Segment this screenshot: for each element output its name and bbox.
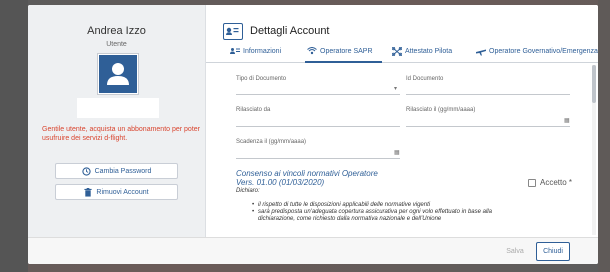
plane-icon xyxy=(476,49,486,56)
modal-footer: Salva Chiudi xyxy=(28,237,598,264)
list-item: • sarà predisposta un'adeguata copertura… xyxy=(252,209,518,223)
tipo-documento-select[interactable] xyxy=(236,94,400,95)
chevron-down-icon: ▾ xyxy=(394,86,398,92)
page-title: Dettagli Account xyxy=(250,25,330,37)
redacted-field xyxy=(77,98,159,118)
tab-informazioni[interactable]: Informazioni xyxy=(230,47,281,55)
scadenza-label: Scadenza il (gg/mm/aaaa) xyxy=(236,139,307,145)
consenso-item-2: sarà predisposta un'adeguata copertura a… xyxy=(258,209,492,222)
person-list-icon xyxy=(230,48,240,54)
active-tab-indicator xyxy=(305,61,382,63)
accetto-label: Accetto * xyxy=(540,178,573,187)
trash-icon xyxy=(84,187,93,197)
rilasciato-da-label: Rilasciato da xyxy=(236,107,271,113)
rilasciato-da-input[interactable] xyxy=(236,126,400,127)
tab-operatore-governativo-label: Operatore Governativo/Emergenza xyxy=(489,48,598,55)
avatar xyxy=(97,53,139,95)
checkbox-box[interactable] xyxy=(528,178,536,187)
details-panel: Dettagli Account Informazioni Operatore … xyxy=(206,5,598,237)
antenna-icon xyxy=(307,47,317,55)
consenso-item-1: il rispetto di tutte le disposizioni app… xyxy=(258,202,431,208)
tab-attestato-pilota-label: Attestato Pilota xyxy=(405,48,453,55)
id-card-icon xyxy=(223,23,243,40)
user-panel: Andrea Izzo Utente Gentile utente, acqui… xyxy=(28,5,206,237)
accetto-checkbox[interactable]: Accetto * xyxy=(528,178,572,187)
scadenza-input[interactable] xyxy=(236,158,400,159)
tab-operatore-sapr[interactable]: Operatore SAPR xyxy=(307,47,373,56)
bullet-icon: • xyxy=(252,202,255,208)
backdrop-right xyxy=(598,0,610,272)
tab-bar: Informazioni Operatore SAPR Attestato Pi… xyxy=(206,45,598,63)
close-button[interactable]: Chiudi xyxy=(536,242,570,261)
backdrop-left xyxy=(0,0,28,272)
consenso-version: Vers. 01.00 (01/03/2020) xyxy=(236,178,325,187)
avatar-icon xyxy=(99,55,137,93)
user-name: Andrea Izzo xyxy=(87,25,146,37)
key-history-icon xyxy=(81,166,91,176)
remove-account-button[interactable]: Rimuovi Account xyxy=(55,184,178,200)
tab-operatore-sapr-label: Operatore SAPR xyxy=(320,48,373,55)
tab-informazioni-label: Informazioni xyxy=(243,47,282,55)
calendar-icon[interactable]: ▦ xyxy=(394,149,400,156)
consenso-title: Consenso ai vincoli normativi Operatore xyxy=(236,169,378,178)
subscription-warning: Gentile utente, acquista un abbonamento … xyxy=(42,126,200,142)
change-password-button[interactable]: Cambia Password xyxy=(55,163,178,179)
user-role: Utente xyxy=(106,41,127,48)
change-password-label: Cambia Password xyxy=(94,167,152,175)
dichiaro-label: Dichiaro: xyxy=(236,188,260,194)
rilasciato-il-input[interactable] xyxy=(406,126,570,127)
tab-attestato-pilota[interactable]: Attestato Pilota xyxy=(392,47,452,56)
tab-operatore-governativo[interactable]: Operatore Governativo/Emergenza xyxy=(476,47,598,56)
scrollbar-thumb[interactable] xyxy=(592,65,596,103)
rilasciato-il-label: Rilasciato il (gg/mm/aaaa) xyxy=(406,107,476,113)
save-button[interactable]: Salva xyxy=(498,243,532,260)
form-scroll-area[interactable]: Tipo di Documento ▾ Id Documento Rilasci… xyxy=(230,65,585,235)
calendar-icon[interactable]: ▦ xyxy=(564,117,570,124)
account-modal: Andrea Izzo Utente Gentile utente, acqui… xyxy=(28,5,598,264)
id-documento-input[interactable] xyxy=(406,94,570,95)
drone-icon xyxy=(392,47,402,56)
list-item: • il rispetto di tutte le disposizioni a… xyxy=(252,202,518,209)
tipo-documento-label: Tipo di Documento xyxy=(236,76,287,82)
id-documento-label: Id Documento xyxy=(406,76,444,82)
remove-account-label: Rimuovi Account xyxy=(96,188,149,196)
bullet-icon: • xyxy=(252,209,255,215)
